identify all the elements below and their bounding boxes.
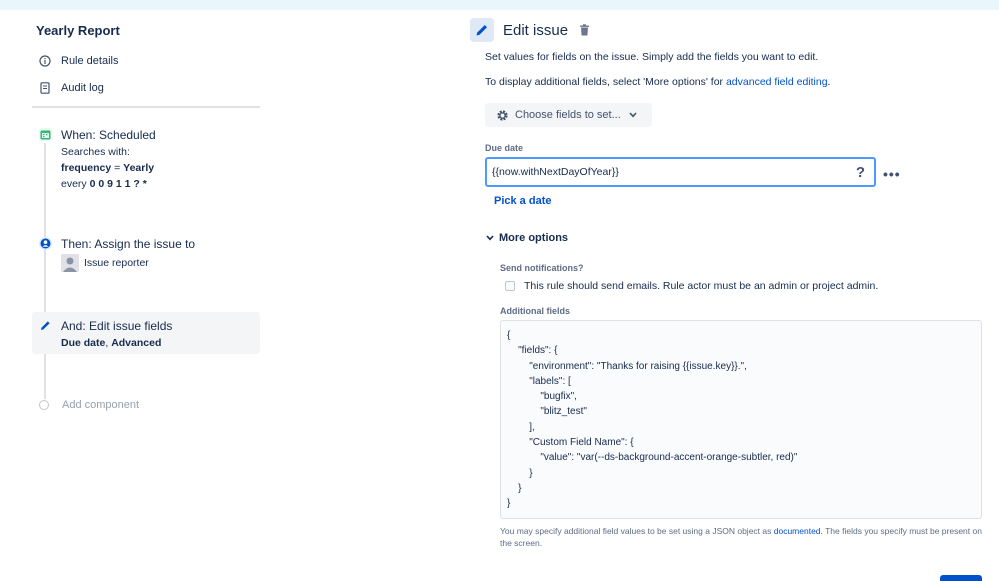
code-line: }: [507, 467, 533, 479]
action-assign-issue[interactable]: Then: Assign the issue to Issue reporter: [32, 237, 260, 277]
choose-fields-button[interactable]: Choose fields to set...: [485, 103, 652, 127]
edit-fields-title: And: Edit issue fields: [61, 319, 173, 333]
detail-due-date: Due date: [61, 337, 106, 349]
avatar: [61, 254, 79, 272]
due-date-label: Due date: [485, 143, 524, 153]
choose-fields-label: Choose fields to set...: [515, 109, 621, 121]
send-notifications-label: Send notifications?: [500, 263, 584, 273]
send-notifications-text: This rule should send emails. Rule actor…: [524, 280, 879, 292]
code-line: }: [507, 482, 522, 494]
advanced-hint: To display additional fields, select 'Mo…: [485, 76, 830, 88]
gear-icon: [497, 109, 508, 121]
due-date-input[interactable]: {{now.withNextDayOfYear}} ?: [485, 157, 876, 187]
assign-title: Then: Assign the issue to: [61, 237, 196, 251]
trigger-cron: every 0 0 9 1 1 ? *: [61, 178, 147, 190]
assignee-row: Issue reporter: [61, 254, 149, 272]
additional-fields-editor[interactable]: { "fields": { "environment": "Thanks for…: [500, 320, 982, 519]
code-line: "fields": {: [507, 345, 558, 357]
trigger-frequency: frequency = Yearly: [61, 162, 154, 174]
frequency-key: frequency: [61, 162, 112, 174]
advanced-field-editing-link[interactable]: advanced field editing: [726, 76, 828, 88]
cron-value: 0 0 9 1 1 ? *: [89, 178, 147, 190]
action-edit-issue-fields[interactable]: And: Edit issue fields Due date, Advance…: [32, 312, 260, 354]
edit-issue-panel: Edit issue Set values for fields on the …: [470, 10, 999, 581]
add-component-dot-icon: [39, 400, 49, 410]
user-circle-icon: [39, 237, 52, 250]
code-line: }: [507, 498, 511, 510]
frequency-value: Yearly: [123, 162, 155, 174]
nav-audit-log-label: Audit log: [61, 82, 104, 94]
detail-advanced: Advanced: [111, 337, 162, 349]
save-button[interactable]: [940, 575, 982, 581]
rule-sidebar: Yearly Report Rule details Audit log Whe…: [0, 10, 270, 581]
assignee-label: Issue reporter: [84, 257, 149, 269]
help-question-icon[interactable]: ?: [856, 164, 865, 181]
audit-log-icon: [38, 81, 52, 95]
trigger-title: When: Scheduled: [61, 128, 156, 142]
code-line: "labels": [: [507, 375, 571, 387]
calendar-icon: [39, 128, 52, 141]
nav-audit-log[interactable]: Audit log: [38, 81, 104, 95]
cron-prefix: every: [61, 178, 90, 190]
more-actions-icon[interactable]: •••: [883, 166, 901, 182]
chevron-down-icon: [486, 235, 494, 241]
additional-fields-help: You may specify additional field values …: [500, 525, 984, 549]
trigger-scheduled[interactable]: When: Scheduled Searches with: frequency…: [32, 128, 260, 198]
documented-link[interactable]: documented: [774, 526, 821, 536]
pick-a-date-link[interactable]: Pick a date: [494, 195, 551, 207]
pencil-icon: [39, 319, 52, 332]
code-line: "bugfix",: [507, 391, 577, 403]
page-title: Edit issue: [503, 22, 569, 39]
trigger-line1: Searches with:: [61, 146, 130, 158]
rule-title: Yearly Report: [36, 23, 120, 38]
nav-rule-details-label: Rule details: [61, 55, 119, 67]
send-notifications-checkbox[interactable]: [505, 281, 515, 291]
due-date-value: {{now.withNextDayOfYear}}: [492, 166, 619, 178]
advanced-hint-prefix: To display additional fields, select 'Mo…: [485, 76, 726, 88]
trash-icon[interactable]: [579, 24, 590, 36]
top-banner: [0, 0, 999, 10]
code-line: ],: [507, 421, 535, 433]
more-options-label: More options: [499, 232, 569, 244]
edit-pencil-icon: [470, 18, 494, 42]
chevron-down-icon: [629, 112, 637, 118]
more-options-toggle[interactable]: More options: [486, 232, 568, 244]
edit-fields-detail: Due date, Advanced: [61, 337, 161, 349]
edit-description: Set values for fields on the issue. Simp…: [485, 51, 819, 63]
send-notifications-row: This rule should send emails. Rule actor…: [505, 280, 878, 292]
code-line: "Custom Field Name": {: [507, 437, 634, 449]
info-icon: [38, 54, 52, 68]
advanced-hint-suffix: .: [827, 76, 831, 88]
sidebar-divider: [32, 106, 260, 108]
help-prefix: You may specify additional field values …: [500, 526, 774, 536]
add-component-button[interactable]: Add component: [39, 399, 139, 411]
frequency-eq: =: [111, 162, 124, 174]
nav-rule-details[interactable]: Rule details: [38, 54, 118, 68]
code-line: {: [507, 330, 511, 341]
code-line: "value": "var(--ds-background-accent-ora…: [507, 452, 798, 464]
code-line: "blitz_test": [507, 406, 587, 418]
add-component-label: Add component: [62, 399, 140, 411]
additional-fields-label: Additional fields: [500, 306, 571, 316]
code-line: "environment": "Thanks for raising {{iss…: [507, 360, 747, 372]
